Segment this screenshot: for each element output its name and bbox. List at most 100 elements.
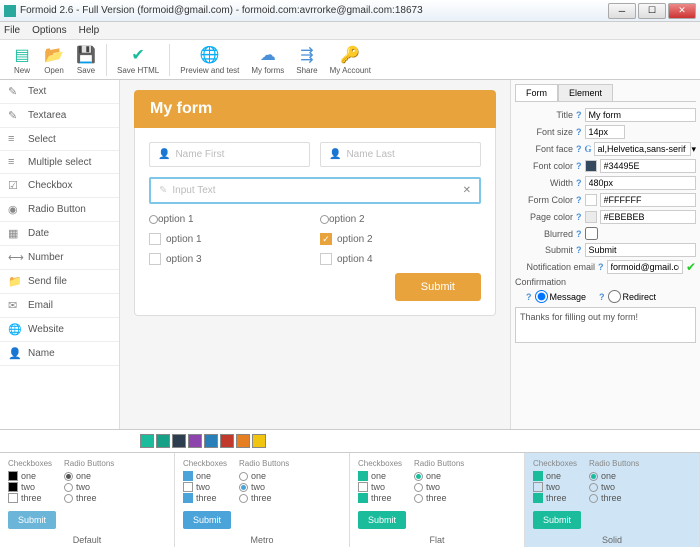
confirmation-message-radio[interactable] [535,290,548,303]
theme-radio[interactable]: one [414,471,464,481]
window-minimize-button[interactable]: ─ [608,3,636,19]
widget-multiple-select[interactable]: ≡Multiple select [0,151,119,174]
prop-submit-input[interactable] [585,243,697,257]
theme-radio[interactable]: two [589,482,639,492]
widget-name[interactable]: 👤Name [0,342,119,366]
check-option-1[interactable]: option 1 [149,233,310,245]
name-last-field[interactable]: 👤Name Last [320,142,481,167]
widget-website[interactable]: 🌐Website [0,318,119,342]
theme-radio[interactable]: three [239,493,289,503]
help-icon[interactable]: ? [576,229,582,239]
prop-pagecolor-input[interactable] [600,210,697,224]
palette-swatch[interactable] [220,434,234,448]
radio-option-1[interactable]: option 1 [149,214,310,225]
color-swatch[interactable] [585,211,597,223]
prop-fontsize-input[interactable] [585,125,625,139]
prop-fontcolor-input[interactable] [600,159,697,173]
prop-fontface-input[interactable] [594,142,692,156]
theme-radio[interactable]: two [64,482,114,492]
theme-radio[interactable]: two [414,482,464,492]
theme-checkbox[interactable]: three [8,493,52,503]
widget-textarea[interactable]: ✎Textarea [0,104,119,128]
help-icon[interactable]: ? [576,127,582,137]
theme-checkbox[interactable]: one [183,471,227,481]
palette-swatch[interactable] [140,434,154,448]
help-icon[interactable]: ? [576,212,582,222]
confirmation-text[interactable]: Thanks for filling out my form! [515,307,696,343]
theme-checkbox[interactable]: three [358,493,402,503]
theme-checkbox[interactable]: three [183,493,227,503]
theme-checkbox[interactable]: two [533,482,577,492]
prop-notifemail-input[interactable] [607,260,683,274]
theme-radio[interactable]: three [414,493,464,503]
theme-checkbox[interactable]: one [358,471,402,481]
toolbar-myforms-button[interactable]: ☁My forms [245,43,290,77]
window-maximize-button[interactable]: ☐ [638,3,666,19]
toolbar-account-button[interactable]: 🔑My Account [324,43,377,77]
palette-swatch[interactable] [156,434,170,448]
help-icon[interactable]: ? [598,262,604,272]
theme-submit-button[interactable]: Submit [8,511,56,529]
menu-file[interactable]: File [4,25,20,36]
window-close-button[interactable]: ✕ [668,3,696,19]
widget-number[interactable]: ⟷Number [0,246,119,270]
help-icon[interactable]: ? [576,161,582,171]
menu-options[interactable]: Options [32,25,66,36]
menu-help[interactable]: Help [79,25,100,36]
toolbar-new-button[interactable]: ▤New [6,43,38,77]
theme-default[interactable]: Checkboxes✓one✓twothreeRadio Buttonsonet… [0,453,175,547]
form-title[interactable]: My form [134,90,496,128]
toolbar-save-button[interactable]: 💾Save [70,43,102,77]
widget-text[interactable]: ✎Text [0,80,119,104]
toolbar-preview-button[interactable]: 🌐Preview and test [174,43,245,77]
widget-email[interactable]: ✉Email [0,294,119,318]
help-icon[interactable]: ? [576,245,582,255]
theme-checkbox[interactable]: ✓two [8,482,52,492]
prop-width-input[interactable] [585,176,697,190]
radio-option-2[interactable]: option 2 [320,214,481,225]
theme-radio[interactable]: two [239,482,289,492]
palette-swatch[interactable] [188,434,202,448]
theme-submit-button[interactable]: Submit [183,511,231,529]
input-text-field[interactable]: ✎Input Text✕ [149,177,481,204]
toolbar-share-button[interactable]: ⇶Share [290,43,323,77]
theme-checkbox[interactable]: one [533,471,577,481]
theme-submit-button[interactable]: Submit [358,511,406,529]
help-icon[interactable]: ? [576,110,582,120]
confirmation-redirect-radio[interactable] [608,290,621,303]
form-submit-button[interactable]: Submit [395,273,481,301]
widget-select[interactable]: ≡Select [0,128,119,151]
theme-flat[interactable]: CheckboxesonetwothreeRadio Buttonsonetwo… [350,453,525,547]
theme-checkbox[interactable]: ✓one [8,471,52,481]
prop-blurred-checkbox[interactable] [585,227,598,240]
theme-radio[interactable]: one [589,471,639,481]
help-icon[interactable]: ? [526,292,532,302]
theme-checkbox[interactable]: two [358,482,402,492]
theme-submit-button[interactable]: Submit [533,511,581,529]
widget-send-file[interactable]: 📁Send file [0,270,119,294]
theme-radio[interactable]: one [239,471,289,481]
toolbar-savehtml-button[interactable]: ✔Save HTML [111,43,165,77]
form-canvas[interactable]: My form 👤Name First 👤Name Last ✎Input Te… [120,80,510,429]
theme-checkbox[interactable]: three [533,493,577,503]
widget-date[interactable]: ▦Date [0,222,119,246]
check-option-3[interactable]: option 3 [149,253,310,265]
theme-solid[interactable]: CheckboxesonetwothreeRadio Buttonsonetwo… [525,453,700,547]
palette-swatch[interactable] [252,434,266,448]
name-first-field[interactable]: 👤Name First [149,142,310,167]
widget-radio-button[interactable]: ◉Radio Button [0,198,119,222]
prop-formcolor-input[interactable] [600,193,697,207]
check-option-2[interactable]: ✓option 2 [320,233,481,245]
palette-swatch[interactable] [236,434,250,448]
color-swatch[interactable] [585,160,597,172]
toolbar-open-button[interactable]: 📂Open [38,43,70,77]
palette-swatch[interactable] [172,434,186,448]
color-swatch[interactable] [585,194,597,206]
check-option-4[interactable]: option 4 [320,253,481,265]
palette-swatch[interactable] [204,434,218,448]
help-icon[interactable]: ? [599,292,605,302]
tab-form[interactable]: Form [515,84,558,101]
tab-element[interactable]: Element [558,84,613,101]
close-icon[interactable]: ✕ [463,185,471,196]
prop-title-input[interactable] [585,108,697,122]
